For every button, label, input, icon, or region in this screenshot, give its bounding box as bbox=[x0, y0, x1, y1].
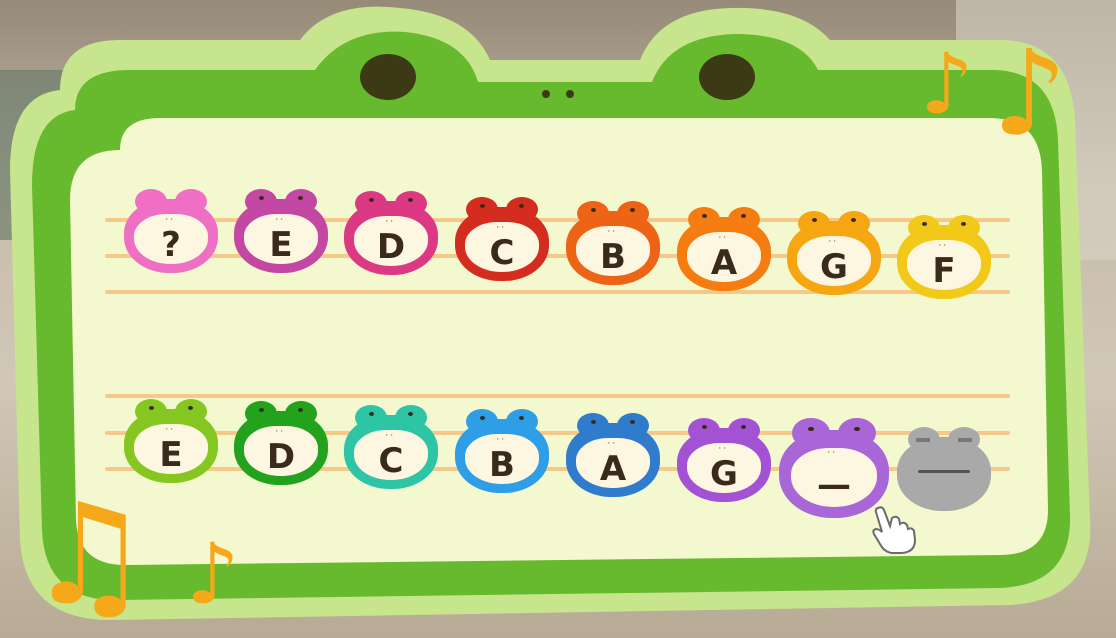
note-label: F bbox=[932, 251, 956, 292]
note-label: ? bbox=[161, 225, 181, 266]
note-button-row2-1[interactable]: ·· E bbox=[124, 398, 218, 483]
note-button-row1-3[interactable]: ·· D bbox=[344, 190, 438, 275]
frame-nostril bbox=[566, 90, 574, 98]
note-button-row2-5[interactable]: ·· A bbox=[566, 412, 660, 497]
note-button-row1-4[interactable]: ·· C bbox=[455, 196, 549, 281]
note-button-row1-5[interactable]: ·· B bbox=[566, 200, 660, 285]
note-label: G bbox=[820, 247, 848, 288]
note-label: A bbox=[710, 243, 738, 284]
note-label: D bbox=[376, 227, 406, 268]
note-button-row1-2[interactable]: ·· E bbox=[234, 188, 328, 273]
music-note-icon: ♪ bbox=[186, 525, 240, 623]
note-button-row2-8[interactable] bbox=[897, 426, 991, 511]
frog-rest-mouth bbox=[917, 470, 971, 474]
note-button-row2-6[interactable]: ·· G bbox=[677, 417, 771, 502]
note-label: C bbox=[489, 233, 515, 274]
note-button-row1-6[interactable]: ·· A bbox=[677, 206, 771, 291]
note-label: A bbox=[599, 449, 627, 490]
note-label: C bbox=[378, 441, 404, 482]
staff-line bbox=[105, 394, 1010, 398]
music-note-icon: ♪ bbox=[992, 24, 1068, 162]
note-label: D bbox=[266, 437, 296, 478]
frog-head bbox=[897, 437, 991, 511]
frame-left-eye bbox=[360, 54, 416, 100]
frame-nostril bbox=[542, 90, 550, 98]
note-label: E bbox=[269, 225, 293, 266]
note-button-row1-7[interactable]: ·· G bbox=[787, 210, 881, 295]
music-note-icon: ♪ bbox=[920, 35, 974, 133]
note-button-row1-1[interactable]: ··? bbox=[124, 188, 218, 273]
note-button-row1-8[interactable]: ·· F bbox=[897, 214, 991, 299]
frog-closed-eyes bbox=[915, 438, 973, 443]
note-label: B bbox=[489, 445, 515, 486]
frame-right-eye bbox=[699, 54, 755, 100]
pointer-hand-icon bbox=[872, 506, 917, 554]
music-note-icon: ♫ bbox=[26, 474, 152, 637]
note-button-row2-2[interactable]: ·· D bbox=[234, 400, 328, 485]
note-button-row2-4[interactable]: ·· B bbox=[455, 408, 549, 493]
note-label: B bbox=[600, 237, 626, 278]
note-button-row2-3[interactable]: ·· C bbox=[344, 404, 438, 489]
note-label: G bbox=[710, 454, 738, 495]
